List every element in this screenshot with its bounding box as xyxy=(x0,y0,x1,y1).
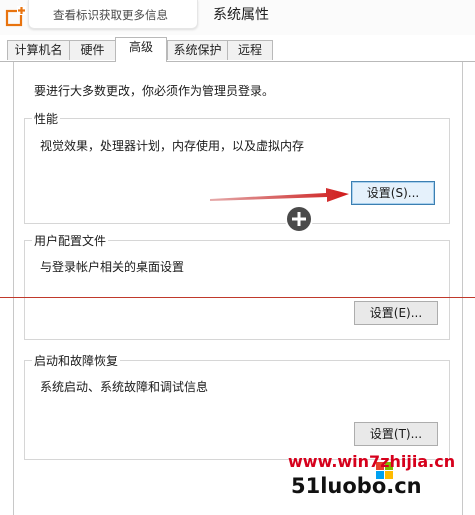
startup-recovery-title: 启动和故障恢复 xyxy=(32,352,121,369)
admin-notice: 要进行大多数更改，你必须作为管理员登录。 xyxy=(34,84,275,98)
red-guide-line xyxy=(0,297,475,298)
tab-computer-name[interactable]: 计算机名 xyxy=(7,40,70,60)
tab-remote[interactable]: 远程 xyxy=(227,40,273,60)
startup-recovery-settings-button[interactable]: 设置(T)... xyxy=(354,422,438,446)
user-profiles-group xyxy=(24,240,450,340)
hint-label: 查看标识获取更多信息 xyxy=(53,8,168,22)
startup-recovery-description: 系统启动、系统故障和调试信息 xyxy=(40,380,209,394)
title-bar: 查看标识获取更多信息 系统属性 xyxy=(0,0,475,35)
app-icon[interactable] xyxy=(5,5,27,27)
user-profiles-title: 用户配置文件 xyxy=(32,232,109,249)
watermark-domain: 51luobo.cn xyxy=(291,474,422,498)
user-profiles-settings-button[interactable]: 设置(E)... xyxy=(354,301,438,325)
watermark-url: www.win7zhijia.cn xyxy=(288,452,456,471)
plus-circle-icon[interactable] xyxy=(284,204,314,234)
info-hint-tooltip[interactable]: 查看标识获取更多信息 xyxy=(28,0,198,29)
arrow-annotation-icon xyxy=(208,183,352,210)
performance-description: 视觉效果，处理器计划，内存使用，以及虚拟内存 xyxy=(40,139,305,153)
performance-title: 性能 xyxy=(32,110,61,127)
tab-system-protection[interactable]: 系统保护 xyxy=(167,40,228,60)
window-title: 系统属性 xyxy=(213,7,269,23)
user-profiles-description: 与登录帐户相关的桌面设置 xyxy=(40,260,185,274)
tab-advanced[interactable]: 高级 xyxy=(115,37,167,62)
tab-hardware[interactable]: 硬件 xyxy=(69,40,116,60)
performance-settings-button[interactable]: 设置(S)... xyxy=(351,181,435,205)
tab-strip: 计算机名 硬件 高级 系统保护 远程 xyxy=(0,35,475,62)
